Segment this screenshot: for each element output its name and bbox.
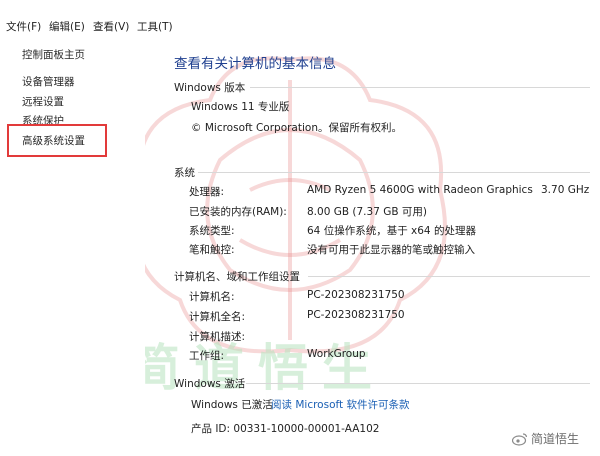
section-divider	[198, 172, 590, 173]
menu-edit[interactable]: 编辑(E)	[49, 19, 85, 34]
section-divider	[308, 276, 590, 277]
system-type-label: 系统类型:	[189, 225, 235, 237]
section-activation-heading: Windows 激活	[174, 378, 246, 390]
sidebar-item-device-manager[interactable]: 设备管理器	[22, 74, 75, 89]
menu-view[interactable]: 查看(V)	[93, 19, 129, 34]
product-id: 产品 ID: 00331-10000-00001-AA102	[191, 423, 380, 435]
highlight-box	[7, 124, 107, 157]
watermark-logo: 简道悟生	[512, 430, 579, 447]
license-terms-link[interactable]: 阅读 Microsoft 软件许可条款	[271, 397, 409, 412]
watermark-logo-text: 简道悟生	[531, 432, 580, 446]
sidebar-item-control-panel-home[interactable]: 控制面板主页	[22, 47, 85, 62]
section-system-heading: 系统	[174, 167, 195, 179]
computer-name-label: 计算机名:	[189, 291, 235, 303]
sidebar-item-remote-settings[interactable]: 远程设置	[22, 94, 64, 109]
pen-touch-value: 没有可用于此显示器的笔或触控输入	[307, 244, 475, 256]
activation-status: Windows 已激活	[191, 399, 273, 411]
computer-name-value: PC-202308231750	[307, 289, 405, 301]
sidebar: 控制面板主页 设备管理器 远程设置 系统保护 高级系统设置	[0, 34, 145, 456]
menu-bar: 文件(F) 编辑(E) 查看(V) 工具(T)	[0, 0, 600, 34]
windows-edition-value: Windows 11 专业版	[191, 101, 290, 113]
section-divider	[246, 383, 590, 384]
weibo-logo-icon	[512, 432, 528, 446]
section-divider	[250, 87, 590, 88]
system-type-value: 64 位操作系统，基于 x64 的处理器	[307, 225, 476, 237]
processor-speed: 3.70 GHz	[541, 184, 590, 196]
processor-label: 处理器:	[189, 186, 225, 198]
menu-tools[interactable]: 工具(T)	[137, 19, 173, 34]
computer-fullname-value: PC-202308231750	[307, 309, 405, 321]
main-panel: 查看有关计算机的基本信息 Windows 版本 Windows 11 专业版 ©…	[160, 34, 600, 456]
section-windows-edition-heading: Windows 版本	[174, 82, 246, 94]
pen-touch-label: 笔和触控:	[189, 244, 235, 256]
computer-description-label: 计算机描述:	[189, 331, 246, 343]
ram-label: 已安装的内存(RAM):	[189, 206, 287, 218]
workgroup-value: WorkGroup	[307, 348, 366, 360]
workgroup-label: 工作组:	[189, 350, 225, 362]
copyright-text: © Microsoft Corporation。保留所有权利。	[191, 122, 402, 134]
menu-file[interactable]: 文件(F)	[6, 19, 41, 34]
section-computer-name-heading: 计算机名、域和工作组设置	[174, 271, 300, 283]
processor-value: AMD Ryzen 5 4600G with Radeon Graphics	[307, 184, 533, 196]
ram-value: 8.00 GB (7.37 GB 可用)	[307, 206, 427, 218]
page-title: 查看有关计算机的基本信息	[174, 56, 336, 72]
computer-fullname-label: 计算机全名:	[189, 311, 246, 323]
